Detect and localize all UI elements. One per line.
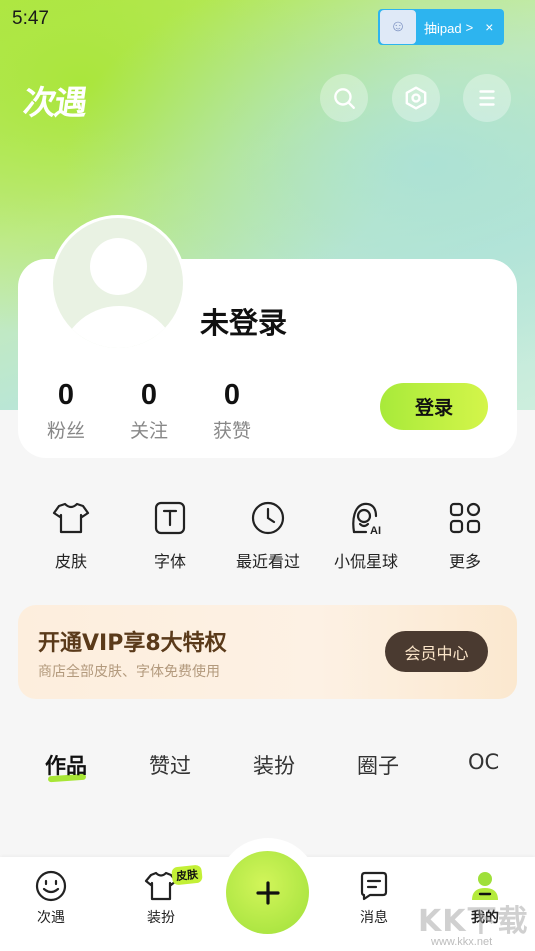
- avatar-body: [59, 306, 179, 348]
- menu-item-planet[interactable]: AI 小侃星球: [321, 498, 411, 572]
- skin-badge: 皮肤: [171, 864, 203, 886]
- app-logo: 次遇: [20, 83, 89, 122]
- tab-label: 作品: [45, 754, 87, 778]
- menu-label: 最近看过: [235, 552, 300, 571]
- login-button[interactable]: 登录: [380, 383, 488, 430]
- ad-banner[interactable]: ☺ 抽ipad > ×: [378, 9, 504, 45]
- message-icon: [360, 871, 388, 901]
- stat-likes[interactable]: 0 获赞: [197, 379, 267, 443]
- vip-subtitle: 商店全部皮肤、字体免费使用: [38, 664, 220, 680]
- tshirt-icon: [52, 502, 90, 534]
- member-center-button[interactable]: 会员中心: [385, 631, 488, 672]
- watermark-url: www.kkx.net: [431, 936, 493, 948]
- menu-button[interactable]: [463, 74, 511, 122]
- menu-item-recent[interactable]: 最近看过: [223, 498, 313, 572]
- nav-item-home[interactable]: 次遇: [16, 868, 86, 927]
- username[interactable]: 未登录: [200, 300, 287, 342]
- tab-oc[interactable]: OC: [468, 750, 499, 774]
- vip-banner[interactable]: 开通VIP享8大特权 商店全部皮肤、字体免费使用 会员中心: [18, 605, 517, 699]
- ai-avatar-icon: AI: [352, 502, 381, 537]
- menu-item-font[interactable]: 字体: [125, 498, 215, 572]
- tab-works[interactable]: 作品: [45, 750, 87, 780]
- menu-item-skin[interactable]: 皮肤: [26, 498, 116, 572]
- ad-arrow: >: [465, 19, 474, 35]
- watermark: KK下载: [418, 904, 529, 939]
- vip-title: 开通VIP享8大特权: [38, 631, 227, 656]
- search-button[interactable]: [320, 74, 368, 122]
- nav-label: 消息: [360, 910, 388, 926]
- search-icon: [334, 88, 355, 109]
- settings-button[interactable]: [392, 74, 440, 122]
- tab-liked[interactable]: 赞过: [149, 750, 191, 780]
- menu-label: 字体: [153, 552, 186, 571]
- clock-icon: [251, 501, 285, 535]
- nav-label: 次遇: [37, 910, 65, 926]
- menu-item-more[interactable]: 更多: [420, 498, 510, 572]
- status-time: 5:47: [12, 8, 49, 29]
- create-button[interactable]: [226, 851, 309, 934]
- svg-text:AI: AI: [370, 525, 381, 537]
- ad-text: 抽ipad: [424, 20, 462, 36]
- nav-item-messages[interactable]: 消息: [339, 868, 409, 927]
- hamburger-icon: [479, 90, 495, 106]
- menu-label: 小侃星球: [333, 552, 398, 571]
- plus-icon: [255, 880, 280, 905]
- stat-value: 0: [223, 379, 241, 411]
- grid-icon: [449, 502, 481, 534]
- stat-value: 0: [57, 379, 75, 411]
- stat-label: 粉丝: [46, 420, 85, 442]
- nav-label: 装扮: [147, 910, 175, 926]
- menu-label: 皮肤: [54, 552, 87, 571]
- font-icon: [154, 501, 186, 535]
- smile-icon: [35, 870, 67, 902]
- menu-label: 更多: [448, 552, 481, 571]
- tab-circles[interactable]: 圈子: [357, 750, 399, 780]
- stat-label: 获赞: [212, 420, 251, 442]
- stat-label: 关注: [129, 420, 168, 442]
- ad-avatar-icon: ☺: [380, 10, 416, 44]
- settings-icon: [405, 86, 427, 110]
- avatar[interactable]: [50, 215, 186, 351]
- tab-outfit[interactable]: 装扮: [253, 750, 295, 780]
- ad-close-icon[interactable]: ×: [485, 19, 493, 35]
- stat-followers[interactable]: 0 粉丝: [31, 379, 101, 443]
- avatar-head: [90, 238, 147, 295]
- stat-following[interactable]: 0 关注: [114, 379, 184, 443]
- stat-value: 0: [140, 379, 158, 411]
